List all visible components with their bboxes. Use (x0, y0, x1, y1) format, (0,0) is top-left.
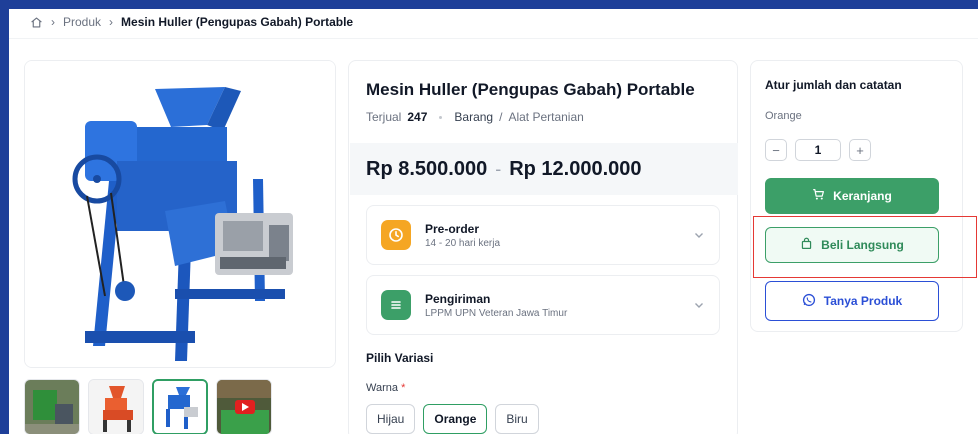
quantity-stepper: − 1 + (765, 139, 871, 161)
product-type: Barang (454, 110, 494, 124)
chevron-down-icon (693, 298, 705, 316)
color-label-text: Warna (366, 382, 398, 394)
video-thumbnail[interactable] (216, 379, 272, 434)
sold-label: Terjual (366, 110, 402, 124)
breadcrumb: › Produk › Mesin Huller (Pengupas Gabah)… (30, 13, 353, 31)
quantity-input[interactable]: 1 (795, 139, 841, 161)
product-title: Mesin Huller (Pengupas Gabah) Portable (366, 80, 695, 99)
thumbnail-strip (24, 379, 272, 434)
product-info-panel: Mesin Huller (Pengupas Gabah) Portable T… (348, 60, 738, 434)
product-category[interactable]: Alat Pertanian (508, 110, 583, 124)
required-mark: * (401, 382, 406, 394)
shipping-subtitle: LPPM UPN Veteran Jawa Timur (425, 307, 568, 319)
price-max: Rp 12.000.000 (509, 157, 642, 180)
category-separator: / (499, 110, 503, 124)
decrement-button[interactable]: − (765, 139, 787, 161)
cart-label: Keranjang (833, 189, 892, 203)
top-border (0, 0, 978, 9)
preorder-title: Pre-order (425, 221, 480, 236)
meta-separator-dot (439, 115, 443, 119)
selected-variant: Orange (765, 110, 802, 122)
price-band: Rp 8.500.000 - Rp 12.000.000 (350, 143, 738, 195)
ask-label: Tanya Produk (823, 294, 903, 308)
sold-count: 247 (407, 110, 428, 124)
color-options: Hijau Orange Biru (366, 404, 539, 434)
thumbnail[interactable] (24, 379, 80, 434)
purchase-panel: Atur jumlah dan catatan Orange − 1 + Ker… (750, 60, 963, 332)
shipping-title: Pengiriman (425, 291, 491, 306)
ask-product-button[interactable]: Tanya Produk (765, 281, 939, 321)
clock-icon (381, 220, 411, 250)
color-option-biru[interactable]: Biru (495, 404, 539, 434)
breadcrumb-current: Mesin Huller (Pengupas Gabah) Portable (121, 15, 354, 29)
chevron-right-icon: › (51, 15, 55, 29)
whatsapp-icon (802, 293, 816, 310)
product-meta: Terjual 247 Barang / Alat Pertanian (366, 110, 584, 124)
variation-heading: Pilih Variasi (366, 351, 434, 365)
price-min: Rp 8.500.000 (366, 157, 488, 180)
product-main-image[interactable] (24, 60, 336, 368)
add-to-cart-button[interactable]: Keranjang (765, 178, 939, 214)
price-separator: - (495, 158, 502, 179)
preorder-subtitle: 14 - 20 hari kerja (425, 237, 501, 249)
chevron-down-icon (693, 228, 705, 246)
left-border (0, 0, 9, 434)
breadcrumb-produk[interactable]: Produk (63, 15, 101, 29)
breadcrumb-divider (9, 38, 978, 39)
increment-button[interactable]: + (849, 139, 871, 161)
highlight-box (753, 216, 977, 278)
home-icon[interactable] (30, 16, 43, 29)
chevron-right-icon: › (109, 15, 114, 29)
preorder-accordion[interactable]: Pre-order 14 - 20 hari kerja (366, 205, 720, 265)
purchase-title: Atur jumlah dan catatan (765, 78, 902, 92)
thumbnail-selected[interactable] (152, 379, 208, 434)
list-icon (381, 290, 411, 320)
color-option-hijau[interactable]: Hijau (366, 404, 416, 434)
cart-icon (812, 188, 825, 204)
color-label: Warna * (366, 382, 405, 394)
shipping-accordion[interactable]: Pengiriman LPPM UPN Veteran Jawa Timur (366, 275, 720, 335)
thumbnail[interactable] (88, 379, 144, 434)
color-option-orange[interactable]: Orange (423, 404, 488, 434)
